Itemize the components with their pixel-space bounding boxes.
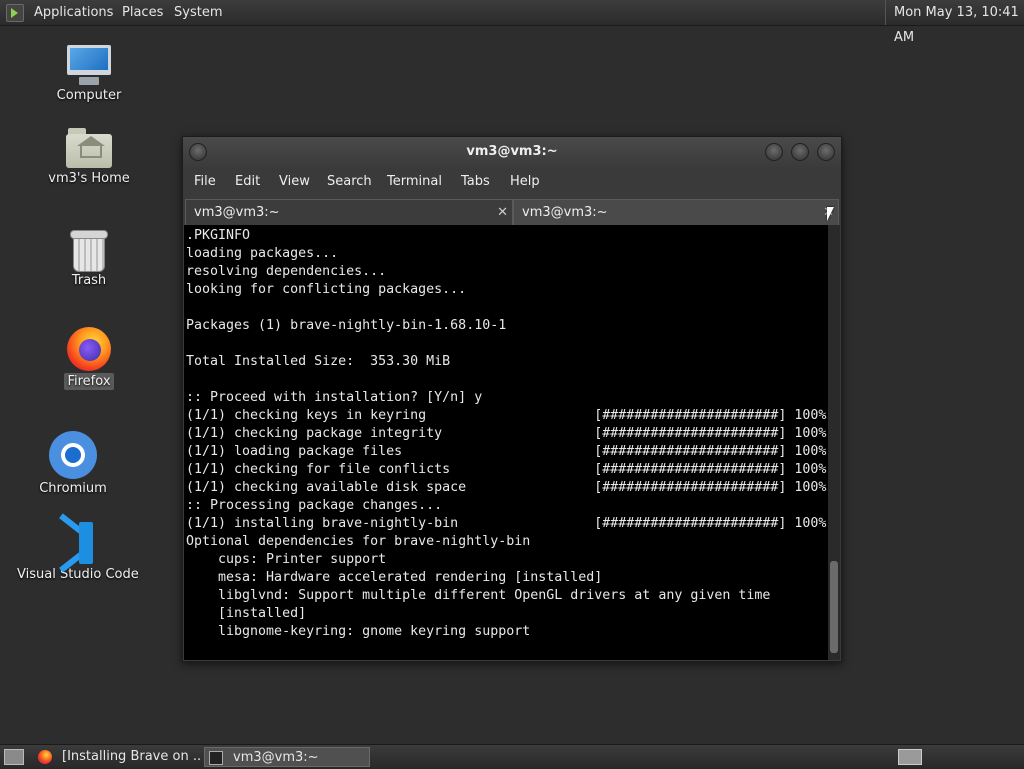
show-desktop-icon[interactable] — [4, 749, 24, 765]
desktop-icon-computer[interactable]: Computer — [50, 45, 128, 104]
close-tab-icon[interactable]: ✕ — [497, 200, 508, 226]
desktop-icon-label: vm3's Home — [48, 171, 130, 186]
workspace-switcher[interactable] — [898, 749, 922, 765]
terminal-text: .PKGINFO loading packages... resolving d… — [186, 228, 827, 639]
desktop-icon-label: Firefox — [64, 373, 114, 390]
menu-file[interactable]: File — [194, 167, 216, 197]
window-title: vm3@vm3:~ — [466, 144, 558, 159]
window-titlebar[interactable]: vm3@vm3:~ — [183, 137, 841, 167]
tab-label: vm3@vm3:~ — [522, 205, 608, 220]
applications-menu[interactable]: Applications — [34, 0, 113, 25]
menu-help[interactable]: Help — [510, 167, 540, 197]
taskbar-item-terminal[interactable]: vm3@vm3:~ — [204, 747, 370, 767]
menu-tabs[interactable]: Tabs — [461, 167, 490, 197]
terminal-scrollbar[interactable] — [828, 225, 840, 660]
chromium-icon — [48, 430, 98, 480]
clock[interactable]: Mon May 13, 10:41 AM — [885, 0, 1024, 45]
desktop-icon-home[interactable]: vm3's Home — [44, 128, 134, 187]
bottom-panel: [Installing Brave on ... vm3@vm3:~ — [0, 744, 1024, 769]
terminal-tabbar: vm3@vm3:~ ✕ vm3@vm3:~ ✕ — [183, 197, 841, 225]
minimize-button[interactable] — [765, 143, 783, 161]
tab-label: vm3@vm3:~ — [194, 205, 280, 220]
firefox-icon — [65, 325, 113, 373]
menu-terminal[interactable]: Terminal — [387, 167, 442, 197]
terminal-output[interactable]: .PKGINFO loading packages... resolving d… — [184, 225, 828, 660]
desktop-icon-label: Visual Studio Code — [17, 567, 139, 582]
desktop-icon-chromium[interactable]: Chromium — [34, 430, 112, 497]
desktop-icon-label: Chromium — [39, 481, 107, 496]
desktop-icon-trash[interactable]: Trash — [50, 228, 128, 289]
terminal-menubar: File Edit View Search Terminal Tabs Help — [183, 167, 841, 197]
terminal-tab-2[interactable]: vm3@vm3:~ ✕ — [513, 199, 839, 225]
vscode-icon — [51, 513, 97, 573]
taskbar-item-label: [Installing Brave on ... — [62, 749, 202, 764]
desktop-icon-firefox[interactable]: Firefox — [50, 325, 128, 390]
computer-icon — [65, 45, 113, 87]
system-menu[interactable]: System — [174, 0, 222, 25]
scrollbar-thumb[interactable] — [830, 561, 838, 653]
menu-view[interactable]: View — [279, 167, 310, 197]
terminal-icon — [209, 751, 223, 765]
menu-edit[interactable]: Edit — [235, 167, 260, 197]
taskbar-item-firefox[interactable]: [Installing Brave on ... — [34, 747, 202, 767]
terminal-tab-1[interactable]: vm3@vm3:~ ✕ — [185, 199, 513, 225]
home-folder-icon — [66, 128, 112, 170]
trash-icon — [69, 228, 109, 272]
desktop-icon-label: Trash — [71, 273, 107, 288]
close-window-button[interactable] — [817, 143, 835, 161]
terminal-window: vm3@vm3:~ File Edit View Search Terminal… — [182, 136, 842, 662]
firefox-icon — [38, 750, 52, 764]
menu-search[interactable]: Search — [327, 167, 372, 197]
desktop-icon-label: Computer — [56, 88, 122, 103]
desktop-icon-vscode[interactable]: Visual Studio Code — [14, 513, 139, 583]
mouse-pointer-icon — [827, 207, 834, 221]
applications-logo-icon[interactable] — [6, 4, 24, 22]
places-menu[interactable]: Places — [122, 0, 163, 25]
top-panel: Applications Places System Mon May 13, 1… — [0, 0, 1024, 45]
maximize-button[interactable] — [791, 143, 809, 161]
taskbar-item-label: vm3@vm3:~ — [233, 750, 319, 765]
